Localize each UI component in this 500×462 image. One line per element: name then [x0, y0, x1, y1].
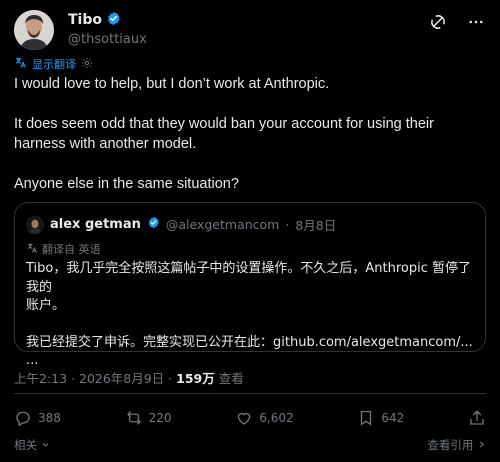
show-translation[interactable]: 显示翻译	[14, 56, 93, 72]
quoted-line: Tibo，我几乎完全按照这篇帖子中的设置操作。不久之后，Anthropic 暂停…	[26, 261, 471, 295]
repost-count: 220	[148, 411, 172, 425]
translated-from-label: 翻译自 英语	[42, 243, 101, 256]
tweet: Tibo @thsottiaux 显示翻译 I would love to he…	[0, 0, 500, 462]
tweet-footer: 相关 查看引用	[14, 437, 486, 453]
quoted-avatar	[26, 215, 44, 234]
view-quotes-link[interactable]: 查看引用	[427, 437, 486, 453]
quoted-separator: ·	[285, 217, 290, 232]
translate-icon	[14, 56, 27, 72]
tweet-paragraph: It does seem odd that they would ban you…	[14, 116, 434, 152]
reply-count: 388	[38, 411, 61, 425]
repost-icon	[125, 409, 143, 427]
author-name[interactable]: Tibo	[68, 12, 102, 28]
divider	[14, 393, 486, 394]
share-icon	[468, 409, 486, 427]
share-button[interactable]	[468, 409, 486, 427]
like-count: 6,602	[259, 411, 294, 425]
action-bar: 388 220 6,602 642	[14, 407, 486, 429]
quoted-author-name: alex getman	[50, 217, 141, 232]
verified-badge-icon	[106, 11, 121, 30]
tweet-header: Tibo @thsottiaux	[14, 10, 486, 50]
view-quotes-label: 查看引用	[427, 438, 474, 452]
quoted-handle: @alexgetmancom	[165, 217, 280, 232]
more-options-icon[interactable]	[466, 12, 486, 32]
tweet-meta: 上午2:13 · 2026年8月9日 · 159万 查看	[14, 368, 244, 387]
related-dropdown[interactable]: 相关	[14, 437, 50, 453]
bookmark-button[interactable]: 642	[357, 409, 404, 427]
related-label: 相关	[14, 438, 37, 452]
view-count: 159万	[176, 371, 215, 386]
gear-icon[interactable]	[81, 57, 93, 72]
chevron-down-icon	[41, 438, 50, 452]
heart-icon	[235, 409, 253, 427]
tweet-paragraph: Anyone else in the same situation?	[14, 176, 239, 192]
translate-icon	[26, 242, 38, 257]
chevron-right-icon	[477, 438, 486, 452]
grok-icon[interactable]	[428, 12, 448, 32]
quoted-line: 我已经提交了申诉。完整实现已公开在此：github.com/alexgetman…	[26, 334, 473, 350]
timestamp[interactable]: 上午2:13 · 2026年8月9日 ·	[14, 368, 172, 387]
avatar[interactable]	[14, 10, 54, 50]
like-button[interactable]: 6,602	[235, 409, 294, 427]
bookmark-count: 642	[381, 411, 405, 425]
view-count-label: 查看	[218, 371, 244, 386]
repost-button[interactable]: 220	[125, 409, 172, 427]
quoted-tweet[interactable]: alex getman @alexgetmancom · 8月8日 翻译自 英语…	[14, 202, 486, 368]
quoted-text: Tibo，我几乎完全按照这篇帖子中的设置操作。不久之后，Anthropic 暂停…	[26, 260, 478, 371]
show-translation-label[interactable]: 显示翻译	[32, 56, 76, 72]
reply-button[interactable]: 388	[14, 409, 61, 427]
reply-icon	[14, 409, 32, 427]
bookmark-icon	[357, 409, 375, 427]
verified-badge-icon	[147, 216, 160, 233]
author-handle[interactable]: @thsottiaux	[68, 32, 147, 47]
quoted-line: 账户。	[26, 298, 66, 313]
tweet-paragraph: I would love to help, but I don’t work a…	[14, 76, 330, 92]
quoted-date: 8月8日	[295, 218, 337, 233]
